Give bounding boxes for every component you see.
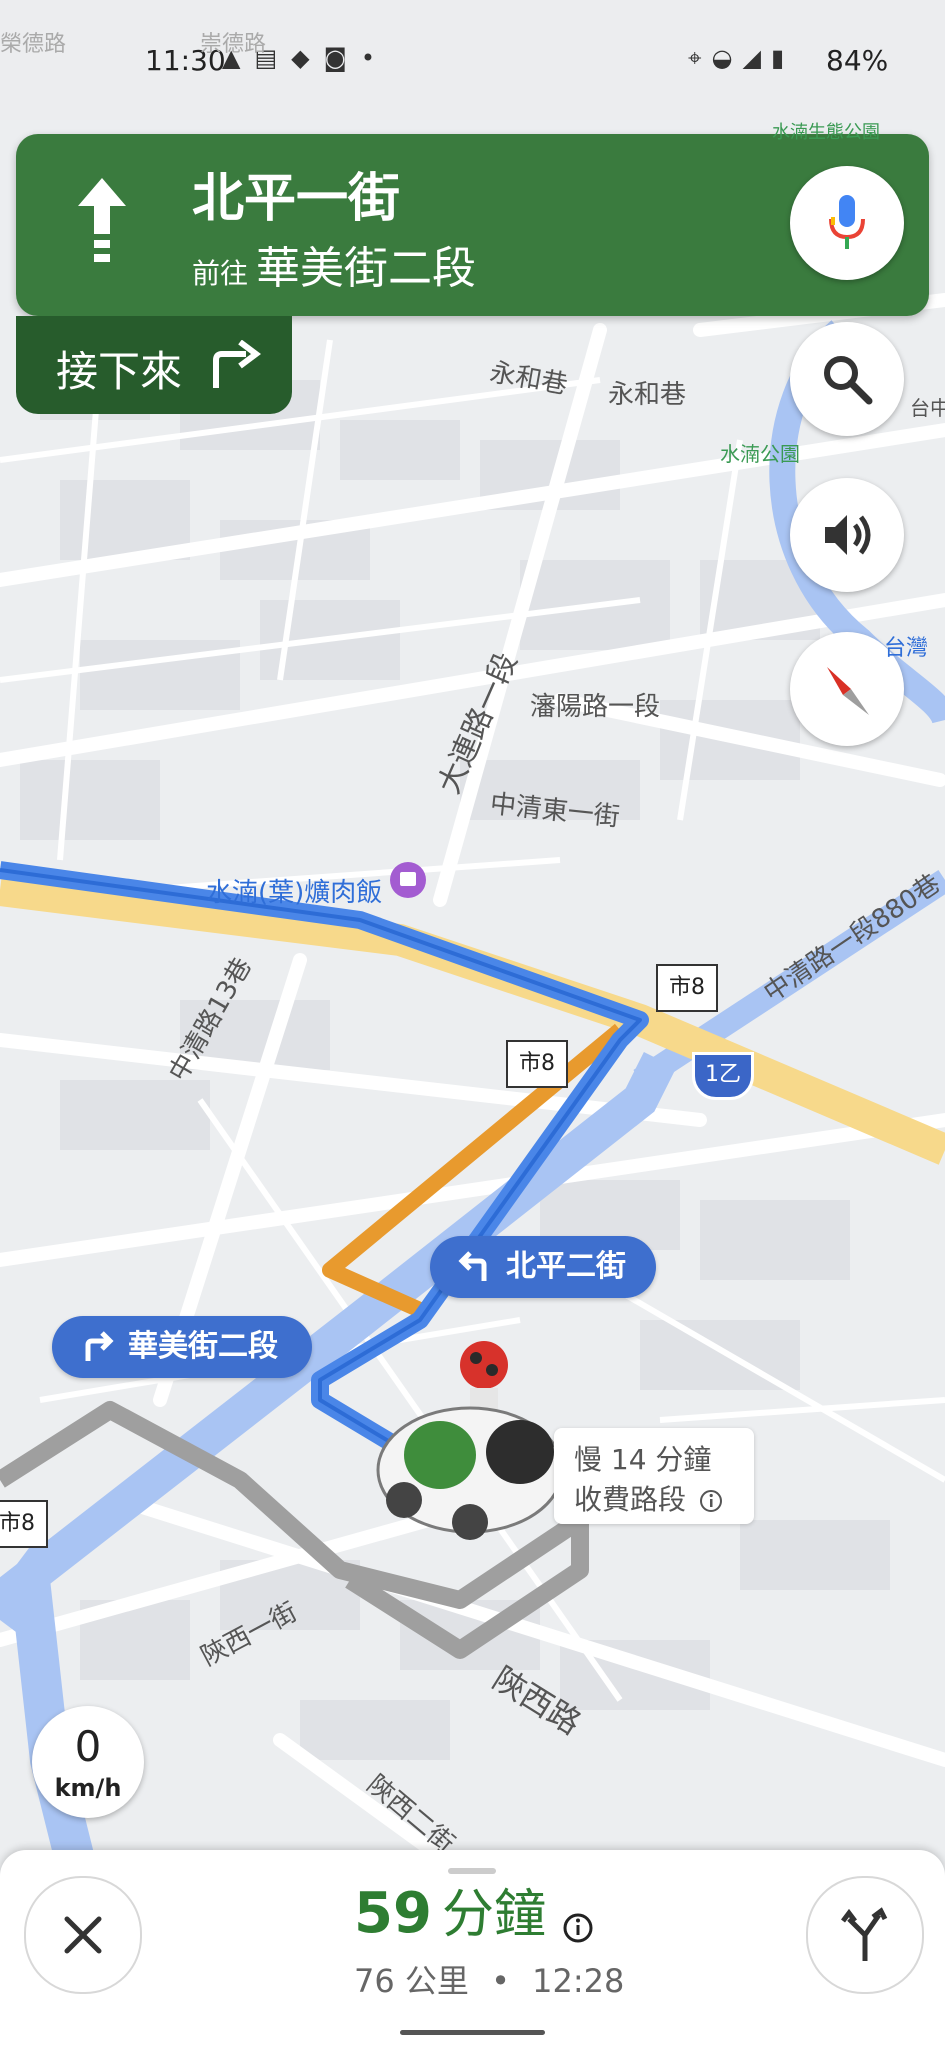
- turn-chip-right[interactable]: 華美街二段: [52, 1316, 312, 1378]
- home-indicator[interactable]: [400, 2030, 545, 2035]
- map-label: 水湳生態公園: [772, 122, 880, 143]
- volume-icon: [825, 515, 871, 555]
- toward-destination: 前往 華美街二段: [192, 232, 476, 296]
- microphone-icon: [829, 195, 865, 249]
- turn-right-icon: [85, 1331, 114, 1361]
- alternate-routes-button[interactable]: [806, 1876, 924, 1994]
- dot-icon: •: [360, 44, 390, 72]
- map-label: 台中: [910, 396, 945, 420]
- wifi-icon: ◒: [711, 44, 743, 72]
- map-label[interactable]: 水湳(葉)爌肉飯: [206, 872, 382, 909]
- fork-route-icon: [841, 1907, 888, 1961]
- route-sign: 市8: [656, 964, 718, 1012]
- voice-search-button[interactable]: [790, 166, 904, 280]
- search-button[interactable]: [790, 322, 904, 436]
- alternate-route-time: 慢 14 分鐘: [574, 1443, 712, 1476]
- turn-chip-left-label: 北平二街: [506, 1249, 626, 1284]
- location-icon: ⌖: [688, 44, 712, 72]
- app-icon: ◆: [291, 44, 324, 72]
- trip-details: 76 公里 • 12:28: [354, 1956, 624, 2002]
- exit-navigation-button[interactable]: [24, 1876, 142, 1994]
- turn-right-icon: [213, 340, 261, 388]
- trip-distance: 76 公里: [354, 1962, 469, 2000]
- compass-icon: [827, 667, 869, 715]
- eta-minutes: 59: [354, 1881, 432, 1946]
- current-street: 北平一街: [192, 169, 401, 229]
- straight-arrow-icon: [78, 178, 126, 262]
- camera-icon: ◙: [323, 44, 361, 72]
- navigation-instruction-card[interactable]: 北平一街 前往 華美街二段: [16, 134, 929, 316]
- toward-street: 華美街二段: [256, 243, 477, 294]
- next-label: 接下來: [56, 347, 183, 396]
- restaurant-pin-icon[interactable]: [390, 862, 426, 898]
- route-sign: 市8: [0, 1500, 48, 1548]
- turn-chip-right-label: 華美街二段: [128, 1329, 278, 1364]
- alternate-route-callout[interactable]: 慢 14 分鐘 收費路段: [554, 1428, 754, 1524]
- signal-icon: ◢: [742, 44, 771, 72]
- route-sign: 市8: [506, 1040, 568, 1088]
- alternate-route-note: 收費路段: [574, 1478, 723, 1518]
- status-bar: 11:30 ▲▤◆◙• ⌖◒◢▮ 84%: [0, 0, 945, 120]
- map-label: 瀋陽路一段: [530, 692, 661, 722]
- toward-prefix: 前往: [192, 257, 249, 290]
- trip-separator: •: [491, 1962, 510, 2000]
- battery-icon: ▮: [770, 44, 795, 72]
- arrival-time: 12:28: [532, 1962, 625, 2000]
- close-icon: [64, 1916, 102, 1954]
- sound-button[interactable]: [790, 478, 904, 592]
- battery-percent: 84%: [826, 44, 889, 77]
- eta-unit: 分鐘: [441, 1885, 546, 1945]
- eta-row: 59 分鐘: [354, 1872, 595, 1947]
- toll-info-icon[interactable]: [561, 1911, 595, 1945]
- highway-shield: 1乙: [692, 1052, 754, 1100]
- map-label: 榮德路: [0, 32, 67, 57]
- speedometer: 0 km/h: [32, 1706, 144, 1818]
- map-label: 台灣: [884, 636, 929, 661]
- alternate-route-toll: 收費路段: [574, 1483, 687, 1516]
- map-label: 永和巷: [608, 380, 687, 410]
- next-turn-card[interactable]: 接下來: [16, 316, 292, 414]
- search-icon: [824, 356, 873, 405]
- turn-left-icon: [458, 1251, 487, 1281]
- turn-chip-left[interactable]: 北平二街: [430, 1236, 656, 1298]
- trip-summary-sheet[interactable]: 59 分鐘 76 公里 • 12:28: [0, 1850, 945, 2048]
- map-label: 水湳公園: [720, 442, 800, 466]
- speed-unit: km/h: [54, 1774, 122, 1802]
- speed-value: 0: [74, 1722, 102, 1771]
- map-label: 崇德路: [200, 32, 267, 57]
- info-icon: [699, 1490, 722, 1512]
- system-icons: ⌖◒◢▮: [688, 44, 794, 72]
